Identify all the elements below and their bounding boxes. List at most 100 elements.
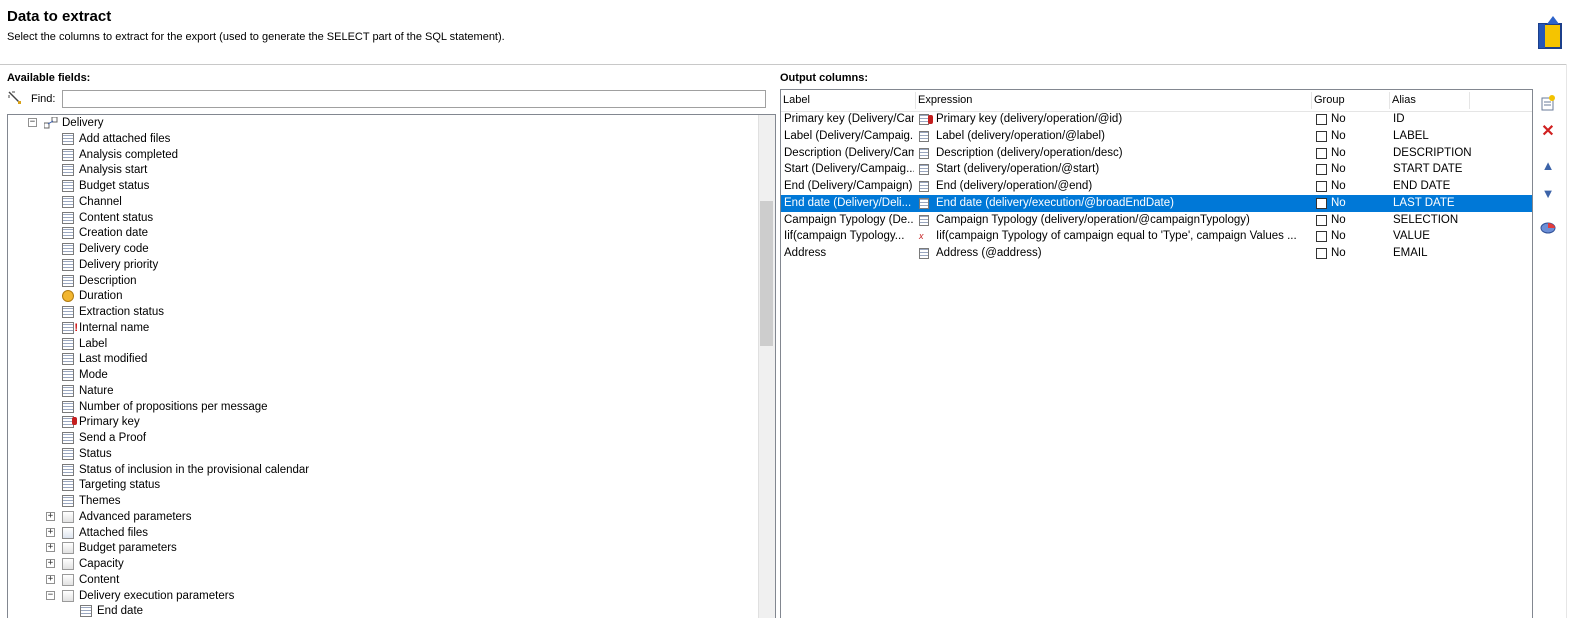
field-icon (62, 463, 74, 476)
folder-icon (62, 589, 74, 602)
cell-alias[interactable]: END DATE (1393, 178, 1523, 195)
cell-alias[interactable]: EMAIL (1393, 245, 1523, 262)
cell-alias[interactable]: ID (1393, 111, 1523, 128)
grid-header: Label Expression Group Alias (781, 90, 1532, 112)
cell-alias[interactable]: VALUE (1393, 228, 1523, 245)
cell-alias[interactable]: DESCRIPTION (1393, 145, 1523, 162)
page-scrollbar[interactable] (1566, 64, 1595, 618)
expand-toggle[interactable]: + (46, 511, 55, 521)
add-column-icon (1541, 95, 1555, 111)
move-down-button[interactable]: ▼ (1539, 184, 1557, 202)
cell-expression[interactable]: End date (delivery/execution/@broadEndDa… (936, 195, 1310, 212)
distribution-button[interactable] (1539, 218, 1557, 236)
available-fields-tree[interactable]: − Delivery Add attached files Analysis comp… (7, 114, 776, 618)
group-checkbox[interactable] (1316, 147, 1327, 159)
cell-expression[interactable]: Campaign Typology (delivery/operation/@c… (936, 212, 1310, 229)
cell-alias[interactable]: START DATE (1393, 161, 1523, 178)
cell-label[interactable]: Description (Delivery/Cam (784, 145, 914, 162)
column-header-alias[interactable]: Alias (1392, 94, 1416, 106)
column-separator[interactable] (1469, 92, 1470, 109)
tree-field-label: End date (97, 605, 144, 618)
field-icon (62, 400, 74, 413)
group-checkbox[interactable] (1316, 197, 1327, 209)
field-icon (62, 227, 74, 240)
table-row[interactable]: Label (Delivery/Campaig... Label (deliver… (781, 128, 1532, 145)
delivery-schema-icon (43, 116, 58, 129)
tree-node-label: Budget parameters (79, 542, 177, 555)
add-column-button[interactable] (1539, 94, 1557, 112)
cell-label[interactable]: Label (Delivery/Campaig... (784, 128, 914, 145)
table-row[interactable]: Address Address (@address) No EMAIL (781, 245, 1532, 262)
group-checkbox[interactable] (1316, 231, 1327, 243)
tree-field-label: Targeting status (79, 479, 161, 492)
column-header-expression[interactable]: Expression (918, 94, 972, 106)
export-wizard-icon (1538, 16, 1562, 49)
tree-field-label: Creation date (79, 227, 149, 240)
cell-expression[interactable]: Start (delivery/operation/@start) (936, 161, 1310, 178)
cell-expression[interactable]: Address (@address) (936, 245, 1310, 262)
column-separator[interactable] (1389, 92, 1390, 109)
expand-toggle[interactable]: + (46, 527, 55, 537)
page-subtitle: Select the columns to extract for the ex… (7, 31, 505, 43)
collapse-toggle[interactable]: − (28, 118, 37, 127)
group-checkbox[interactable] (1316, 130, 1327, 142)
tree-field-label: Analysis completed (79, 148, 179, 161)
group-checkbox[interactable] (1316, 181, 1327, 192)
expand-toggle[interactable]: + (46, 574, 55, 584)
mandatory-field-icon (62, 320, 78, 336)
field-icon (62, 495, 74, 507)
cell-expression[interactable]: End (delivery/operation/@end) (936, 178, 1310, 195)
cell-label[interactable]: Start (Delivery/Campaig... (784, 161, 914, 178)
group-checkbox[interactable] (1316, 164, 1327, 176)
table-row[interactable]: Start (Delivery/Campaig... Start (deliver… (781, 161, 1532, 178)
cell-alias[interactable]: SELECTION (1393, 212, 1523, 229)
table-row[interactable]: Iif(campaign Typology... x Iif(campaign Ty… (781, 228, 1532, 245)
tree-scrollbar-thumb[interactable] (760, 201, 773, 346)
output-columns-grid[interactable]: Label Expression Group Alias Primary key… (780, 89, 1533, 618)
table-row[interactable]: Description (Delivery/Cam Description (de… (781, 145, 1532, 162)
page-header: Data to extract Select the columns to ex… (0, 0, 1595, 65)
cell-label[interactable]: End (Delivery/Campaign) (784, 178, 914, 195)
table-row-selected[interactable]: End date (Delivery/Deli... End date (deli… (781, 194, 1532, 212)
table-row[interactable]: Campaign Typology (De... Campaign Typolog… (781, 212, 1532, 229)
expand-toggle[interactable]: + (46, 543, 55, 553)
cell-label[interactable]: Campaign Typology (De... (784, 212, 914, 229)
field-icon (62, 164, 74, 177)
delete-icon: ✕ (1541, 123, 1555, 140)
column-header-group[interactable]: Group (1314, 94, 1345, 106)
expand-toggle[interactable]: + (46, 559, 55, 568)
cell-alias[interactable]: LABEL (1393, 128, 1523, 145)
field-icon (919, 147, 929, 159)
collapse-toggle[interactable]: − (46, 590, 55, 600)
cell-label[interactable]: End date (Delivery/Deli... (784, 195, 914, 212)
cell-expression[interactable]: Label (delivery/operation/@label) (936, 128, 1310, 145)
tree-field-label: Analysis start (79, 164, 148, 177)
group-label: No (1331, 163, 1346, 176)
table-row[interactable]: End (Delivery/Campaign) End (delivery/ope… (781, 178, 1532, 195)
table-row[interactable]: Primary key (Delivery/Cam Primary key (de… (781, 111, 1532, 128)
field-icon (62, 195, 74, 208)
field-icon (62, 337, 74, 350)
group-checkbox[interactable] (1316, 214, 1327, 226)
tree-node-label: Delivery (62, 117, 104, 129)
column-separator[interactable] (915, 92, 916, 109)
tree-node-label: Delivery execution parameters (79, 589, 235, 602)
move-up-button[interactable]: ▲ (1539, 156, 1557, 174)
cell-label[interactable]: Iif(campaign Typology... (784, 228, 914, 245)
cell-label[interactable]: Address (784, 245, 914, 262)
column-separator[interactable] (1311, 92, 1312, 109)
find-input[interactable] (62, 90, 766, 108)
group-checkbox[interactable] (1316, 248, 1327, 259)
cell-alias[interactable]: LAST DATE (1393, 195, 1523, 212)
cell-expression[interactable]: Iif(campaign Typology of campaign equal … (936, 228, 1310, 245)
cell-expression[interactable]: Description (delivery/operation/desc) (936, 145, 1310, 162)
column-header-label[interactable]: Label (783, 94, 810, 106)
delete-column-button[interactable]: ✕ (1539, 122, 1557, 140)
tree-field-label: Mode (79, 369, 108, 381)
cell-expression[interactable]: Primary key (delivery/operation/@id) (936, 111, 1310, 128)
group-checkbox[interactable] (1316, 114, 1327, 125)
tree-scrollbar[interactable] (758, 115, 775, 618)
cell-label[interactable]: Primary key (Delivery/Cam (784, 111, 914, 128)
field-icon (62, 148, 74, 161)
field-icon (62, 274, 74, 287)
